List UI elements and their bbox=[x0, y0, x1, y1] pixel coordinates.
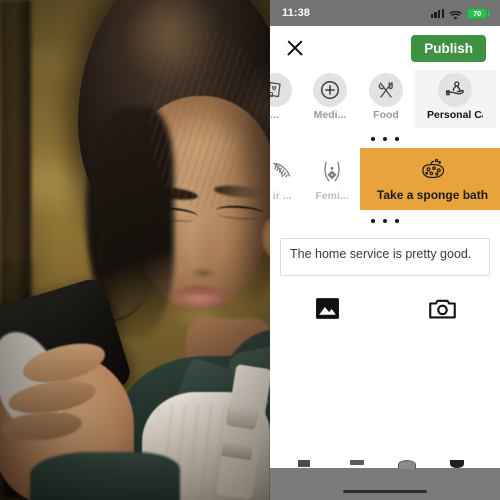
subcategory-row[interactable]: ir ... Femi... Take a sponge bath bbox=[270, 148, 500, 210]
review-input-wrapper bbox=[270, 230, 500, 281]
pager-dot bbox=[371, 136, 375, 141]
subcategory-item-sponge-bath[interactable]: Take a sponge bath bbox=[360, 148, 500, 210]
review-textarea[interactable] bbox=[280, 238, 490, 276]
pager-dot bbox=[395, 136, 399, 141]
image-gallery-icon bbox=[315, 297, 340, 325]
category-label: Food bbox=[373, 109, 399, 121]
publish-button[interactable]: Publish bbox=[411, 34, 486, 62]
care-card-icon bbox=[270, 73, 292, 107]
hair-comb-icon bbox=[270, 157, 294, 187]
status-indicators: 70 bbox=[430, 7, 490, 20]
attachment-row: ✕ bbox=[270, 327, 500, 433]
category-item-supplies[interactable]: su... bbox=[270, 70, 302, 128]
nav-glyph-2 bbox=[350, 460, 364, 465]
feminine-care-icon bbox=[319, 157, 345, 187]
subcategory-item-feminine[interactable]: Femi... bbox=[304, 148, 360, 210]
pager-dot bbox=[383, 136, 387, 141]
medical-cross-icon bbox=[313, 73, 347, 107]
fork-spoon-icon bbox=[369, 73, 403, 107]
subcategory-pager-dots[interactable] bbox=[270, 210, 500, 230]
nav-glyph-3 bbox=[398, 460, 416, 469]
hero-photo bbox=[0, 0, 270, 500]
camera-icon bbox=[429, 297, 456, 325]
status-bar: 11:38 70 bbox=[270, 0, 500, 26]
status-time: 11:38 bbox=[282, 7, 311, 19]
battery-icon: 70 bbox=[467, 7, 490, 19]
battery-level-label: 70 bbox=[467, 7, 487, 19]
home-indicator[interactable] bbox=[343, 490, 427, 493]
subcategory-label: Femi... bbox=[315, 189, 349, 202]
close-icon[interactable] bbox=[284, 37, 306, 59]
category-label: su... bbox=[270, 109, 280, 121]
pager-dot bbox=[371, 218, 375, 223]
category-row[interactable]: su... Medi... Food bbox=[270, 70, 500, 128]
nav-glyph-4 bbox=[450, 460, 464, 468]
subcategory-label: Take a sponge bath bbox=[376, 188, 489, 202]
category-pager-dots[interactable] bbox=[270, 128, 500, 148]
sponge-icon bbox=[418, 156, 448, 186]
wifi-icon bbox=[449, 8, 462, 20]
media-buttons-row bbox=[270, 281, 500, 327]
system-navigation-bar bbox=[270, 460, 500, 500]
pager-dot bbox=[383, 218, 387, 223]
app-header: Publish bbox=[270, 26, 500, 70]
nav-glyph-1 bbox=[298, 460, 310, 467]
battery-cap bbox=[488, 10, 490, 16]
personal-care-hand-icon bbox=[438, 73, 472, 107]
photo-vignette bbox=[0, 0, 270, 500]
subcategory-label: ir ... bbox=[272, 189, 292, 202]
category-item-personal-care[interactable]: Personal Car bbox=[414, 70, 496, 128]
camera-button[interactable] bbox=[385, 297, 500, 325]
cellular-signal-icon bbox=[430, 8, 444, 18]
category-item-food[interactable]: Food bbox=[358, 70, 414, 128]
pager-dot bbox=[395, 218, 399, 223]
subcategory-item-hair[interactable]: ir ... bbox=[260, 148, 304, 210]
gallery-button[interactable] bbox=[270, 297, 385, 325]
phone-screen: 11:38 70 Publish ... Medi... Food Person… bbox=[270, 0, 500, 500]
category-label: Medi... bbox=[313, 109, 347, 121]
category-item-medical[interactable]: Medi... bbox=[302, 70, 358, 128]
category-label: Personal Car bbox=[427, 109, 483, 121]
